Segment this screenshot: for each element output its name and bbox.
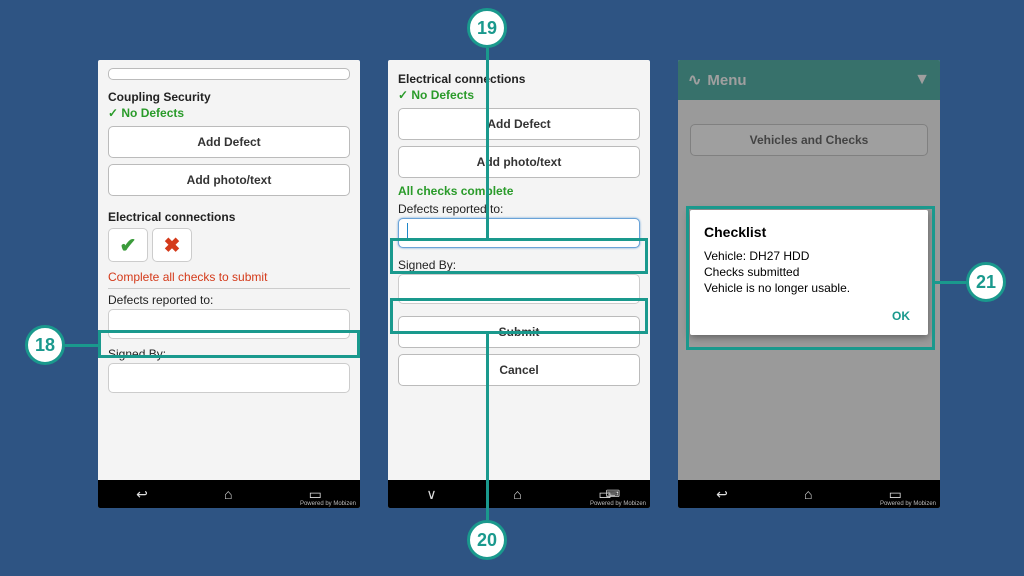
text-cursor (407, 223, 408, 239)
back-icon[interactable]: ↩ (136, 486, 148, 503)
pass-button[interactable]: ✔ (108, 228, 148, 262)
signed-by-input[interactable] (108, 363, 350, 393)
android-navbar: ∨ ⌂ ▭ ⌨ Powered by Mobizen (388, 480, 650, 508)
checklist-dialog: Checklist Vehicle: DH27 HDD Checks submi… (690, 210, 928, 335)
truncated-button (108, 68, 350, 80)
callout-badge-20: 20 (467, 520, 507, 560)
signed-by-label: Signed By: (398, 258, 640, 272)
phone1-content: Coupling Security No Defects Add Defect … (98, 60, 360, 480)
add-photo-button[interactable]: Add photo/text (398, 146, 640, 178)
signed-by-label: Signed By: (108, 347, 350, 361)
defects-reported-input[interactable] (398, 218, 640, 248)
powered-by-label: Powered by Mobizen (590, 501, 646, 507)
dialog-body: Vehicle: DH27 HDD Checks submitted Vehic… (704, 248, 914, 297)
android-navbar: ↩ ⌂ ▭ Powered by Mobizen (678, 480, 940, 508)
defects-reported-label: Defects reported to: (398, 202, 640, 216)
defects-reported-label: Defects reported to: (108, 288, 350, 307)
dialog-line-unusable: Vehicle is no longer usable. (704, 280, 914, 296)
powered-by-label: Powered by Mobizen (880, 501, 936, 507)
callout-connector-18 (65, 344, 100, 347)
incomplete-warning: Complete all checks to submit (108, 270, 350, 284)
cancel-button[interactable]: Cancel (398, 354, 640, 386)
recent-icon[interactable]: ▭ (309, 486, 322, 503)
defects-reported-input[interactable] (108, 309, 350, 339)
dialog-ok-button[interactable]: OK (704, 305, 914, 327)
submit-button[interactable]: Submit (398, 316, 640, 348)
add-defect-button[interactable]: Add Defect (108, 126, 350, 158)
no-defects-label: No Defects (108, 106, 350, 120)
recent-icon[interactable]: ▭ (889, 486, 902, 503)
phone2-content: Electrical connections No Defects Add De… (388, 60, 650, 480)
section-electrical-title: Electrical connections (108, 210, 350, 224)
fail-button[interactable]: ✖ (152, 228, 192, 262)
all-complete-label: All checks complete (398, 184, 640, 198)
back-icon[interactable]: ↩ (716, 486, 728, 503)
callout-badge-18: 18 (25, 325, 65, 365)
phone-screenshot-1: Coupling Security No Defects Add Defect … (98, 60, 360, 508)
home-icon[interactable]: ⌂ (804, 486, 812, 502)
dialog-title: Checklist (704, 224, 914, 240)
signed-by-input[interactable] (398, 274, 640, 304)
home-icon[interactable]: ⌂ (224, 486, 232, 502)
powered-by-label: Powered by Mobizen (300, 501, 356, 507)
add-photo-button[interactable]: Add photo/text (108, 164, 350, 196)
callout-badge-21: 21 (966, 262, 1006, 302)
callout-connector-20 (486, 334, 489, 520)
phone3-body: ∿ Menu ▼ Vehicles and Checks Privacy Pol… (678, 60, 940, 480)
section-electrical-title: Electrical connections (398, 72, 640, 86)
callout-connector-21 (935, 281, 966, 284)
section-coupling-title: Coupling Security (108, 90, 350, 104)
pass-fail-row: ✔ ✖ (108, 228, 350, 262)
no-defects-label: No Defects (398, 88, 640, 102)
home-icon[interactable]: ⌂ (513, 486, 521, 502)
android-navbar: ↩ ⌂ ▭ Powered by Mobizen (98, 480, 360, 508)
keyboard-icon[interactable]: ⌨ (606, 489, 620, 500)
phone-screenshot-2: Electrical connections No Defects Add De… (388, 60, 650, 508)
phone-screenshot-3: ∿ Menu ▼ Vehicles and Checks Privacy Pol… (678, 60, 940, 508)
dialog-line-vehicle: Vehicle: DH27 HDD (704, 248, 914, 264)
callout-connector-19 (486, 48, 489, 238)
callout-badge-19: 19 (467, 8, 507, 48)
add-defect-button[interactable]: Add Defect (398, 108, 640, 140)
back-icon[interactable]: ∨ (426, 486, 436, 503)
dialog-line-submitted: Checks submitted (704, 264, 914, 280)
